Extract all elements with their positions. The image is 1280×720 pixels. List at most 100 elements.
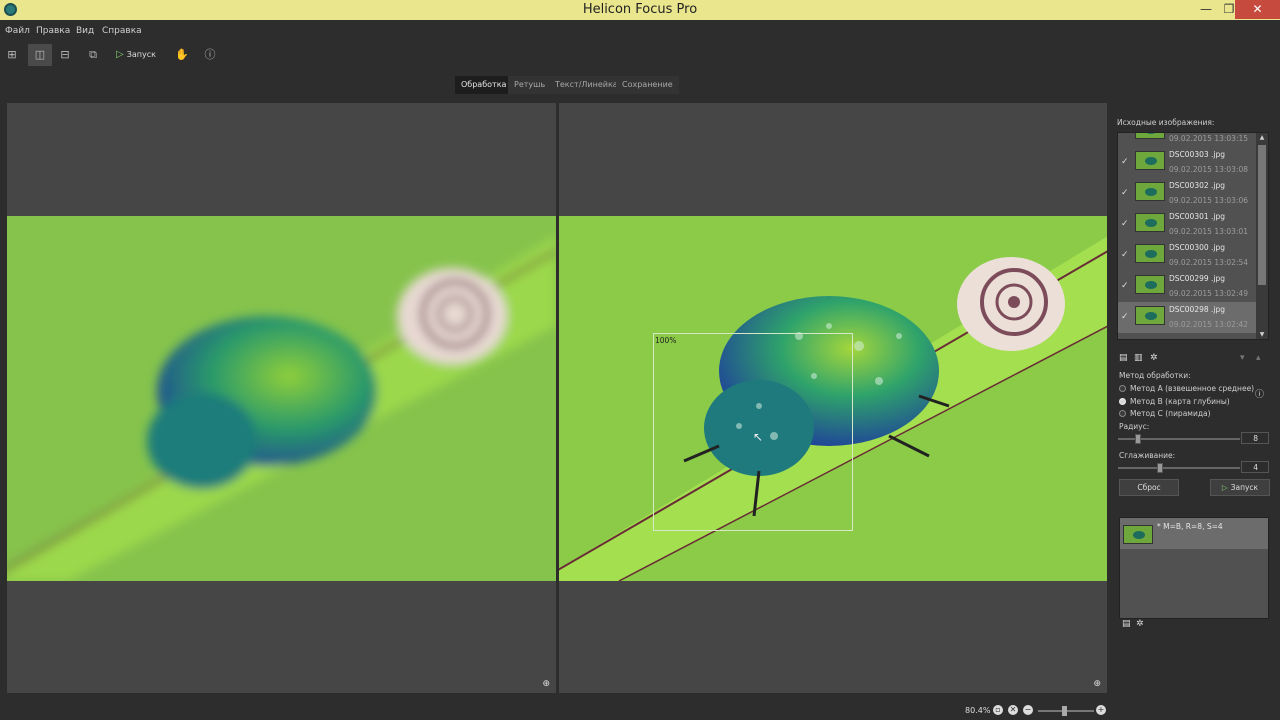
- run-label: Запуск: [126, 50, 156, 59]
- menu-bar: Файл Правка Вид Справка: [0, 20, 1280, 41]
- menu-help[interactable]: Справка: [102, 26, 142, 36]
- hand-icon: ✋: [175, 48, 189, 61]
- zoom-out-icon[interactable]: −: [1023, 705, 1033, 715]
- smoothing-label: Сглаживание:: [1119, 451, 1176, 460]
- tab-saving[interactable]: Сохранение: [616, 76, 679, 94]
- file-name: DSC00299 .jpg: [1169, 274, 1226, 283]
- slider-knob[interactable]: [1135, 434, 1141, 444]
- method-help-icon[interactable]: ⓘ: [1255, 387, 1264, 400]
- split-vertical-button[interactable]: ◫: [28, 44, 52, 66]
- file-checkbox[interactable]: ✓: [1121, 188, 1129, 198]
- smoothing-slider[interactable]: [1118, 463, 1240, 473]
- output-name: * M=B, R=8, S=4: [1157, 522, 1223, 531]
- run-button[interactable]: ▷ Запуск: [113, 44, 159, 66]
- radio-indicator: [1119, 398, 1126, 405]
- slider-knob[interactable]: [1157, 463, 1163, 473]
- slider-knob[interactable]: [1062, 706, 1067, 716]
- zoom-level: 80.4%: [965, 706, 991, 715]
- radio-label: Метод В (карта глубины): [1130, 397, 1230, 406]
- chevron-up-icon[interactable]: ▴: [1256, 353, 1261, 363]
- actual-size-icon[interactable]: ✕: [1008, 705, 1018, 715]
- list-item[interactable]: ✓ DSC00299 .jpg 09.02.2015 13:02:49: [1118, 271, 1256, 302]
- method-b-radio[interactable]: Метод В (карта глубины): [1119, 397, 1230, 406]
- add-file-icon: ⊞: [7, 48, 17, 61]
- scroll-down-icon[interactable]: ▼: [1256, 331, 1268, 338]
- remove-file-icon[interactable]: ▥: [1134, 353, 1143, 363]
- settings-panel: Исходные изображения: 09.02.2015 13:03:1…: [1110, 103, 1280, 693]
- file-date: 09.02.2015 13:02:42: [1169, 320, 1249, 329]
- zoom-icon[interactable]: ⊕: [1093, 679, 1101, 689]
- status-bar: 80.4% ▫ ✕ − +: [0, 700, 1280, 720]
- file-date: 09.02.2015 13:03:15: [1169, 134, 1249, 143]
- list-item[interactable]: ✓ DSC00302 .jpg 09.02.2015 13:03:06: [1118, 178, 1256, 209]
- add-images-button[interactable]: ⊞: [0, 44, 24, 66]
- file-list-scrollbar[interactable]: ▲ ▼: [1256, 133, 1268, 339]
- split-horizontal-button[interactable]: ⊟: [53, 44, 77, 66]
- gear-icon[interactable]: ✲: [1136, 619, 1144, 629]
- help-button[interactable]: ⓘ: [198, 44, 222, 66]
- toolbar: ⊞ ◫ ⊟ ⧉ ▷ Запуск ✋ ⓘ: [0, 41, 1280, 69]
- radio-indicator: [1119, 410, 1126, 417]
- file-checkbox[interactable]: ✓: [1121, 250, 1129, 260]
- gear-icon[interactable]: ✲: [1150, 353, 1158, 363]
- source-preview[interactable]: ⊕: [7, 103, 556, 693]
- thumbnail: [1135, 244, 1165, 263]
- list-item[interactable]: * M=B, R=8, S=4: [1120, 518, 1268, 549]
- radius-slider[interactable]: [1118, 434, 1240, 444]
- menu-view[interactable]: Вид: [76, 26, 94, 36]
- thumbnail: [1123, 525, 1153, 544]
- list-item[interactable]: ✓ DSC00301 .jpg 09.02.2015 13:03:01: [1118, 209, 1256, 240]
- zoom-icon[interactable]: ⊕: [542, 679, 550, 689]
- file-name: DSC00301 .jpg: [1169, 212, 1226, 221]
- thumbnail: [1135, 151, 1165, 170]
- preview-button[interactable]: ⧉: [81, 44, 105, 66]
- list-item[interactable]: ✓ DSC00303 .jpg 09.02.2015 13:03:08: [1118, 147, 1256, 178]
- file-checkbox[interactable]: ✓: [1121, 219, 1129, 229]
- fit-icon[interactable]: ▫: [993, 705, 1003, 715]
- reset-button[interactable]: Сброс: [1119, 479, 1179, 496]
- chevron-down-icon[interactable]: ▾: [1240, 353, 1245, 363]
- file-date: 09.02.2015 13:02:49: [1169, 289, 1249, 298]
- file-checkbox[interactable]: ✓: [1121, 281, 1129, 291]
- tab-text-ruler[interactable]: Текст/Линейка: [549, 76, 624, 94]
- thumbnail: [1135, 306, 1165, 325]
- tab-retouch[interactable]: Ретушь: [508, 76, 552, 94]
- smoothing-spinbox[interactable]: 4: [1241, 461, 1269, 473]
- result-preview[interactable]: 100% ↖ ⊕: [559, 103, 1107, 693]
- hand-tool-button[interactable]: ✋: [170, 44, 194, 66]
- radius-label: Радиус:: [1119, 422, 1150, 431]
- file-checkbox[interactable]: ✓: [1121, 312, 1129, 322]
- menu-file[interactable]: Файл: [5, 26, 30, 36]
- file-name: DSC00298 .jpg: [1169, 305, 1226, 314]
- file-checkbox[interactable]: ✓: [1121, 157, 1129, 167]
- close-button[interactable]: ✕: [1235, 0, 1280, 19]
- radio-indicator: [1119, 385, 1126, 392]
- file-date: 09.02.2015 13:02:54: [1169, 258, 1249, 267]
- list-item[interactable]: 09.02.2015 13:03:15: [1118, 133, 1256, 147]
- zoom-slider[interactable]: [1038, 706, 1094, 716]
- file-name: DSC00303 .jpg: [1169, 150, 1226, 159]
- menu-edit[interactable]: Правка: [36, 26, 70, 36]
- list-item[interactable]: ✓ DSC00300 .jpg 09.02.2015 13:02:54: [1118, 240, 1256, 271]
- source-file-list[interactable]: 09.02.2015 13:03:15 ✓ DSC00303 .jpg 09.0…: [1117, 132, 1269, 340]
- file-date: 09.02.2015 13:03:01: [1169, 227, 1249, 236]
- file-date: 09.02.2015 13:03:08: [1169, 165, 1249, 174]
- thumbnail: [1135, 133, 1165, 139]
- scroll-thumb[interactable]: [1258, 145, 1266, 285]
- zoom-box-label: 100%: [655, 336, 677, 345]
- method-c-radio[interactable]: Метод С (пирамида): [1119, 409, 1211, 418]
- source-images-title: Исходные изображения:: [1117, 118, 1215, 127]
- list-item[interactable]: ✓ DSC00298 .jpg 09.02.2015 13:02:42: [1118, 302, 1256, 333]
- zoom-in-icon[interactable]: +: [1096, 705, 1106, 715]
- split-horizontal-icon: ⊟: [60, 48, 70, 61]
- radius-spinbox[interactable]: 8: [1241, 432, 1269, 444]
- tab-processing[interactable]: Обработка: [455, 76, 513, 94]
- panel-run-button[interactable]: ▷ Запуск: [1210, 479, 1270, 496]
- split-vertical-icon: ◫: [34, 48, 46, 61]
- scroll-up-icon[interactable]: ▲: [1256, 134, 1268, 141]
- save-file-icon[interactable]: ▤: [1122, 619, 1131, 629]
- output-list[interactable]: * M=B, R=8, S=4: [1119, 517, 1269, 619]
- thumbnail: [1135, 213, 1165, 232]
- method-a-radio[interactable]: Метод А (взвешенное среднее): [1119, 384, 1254, 393]
- add-file-icon[interactable]: ▤: [1119, 353, 1128, 363]
